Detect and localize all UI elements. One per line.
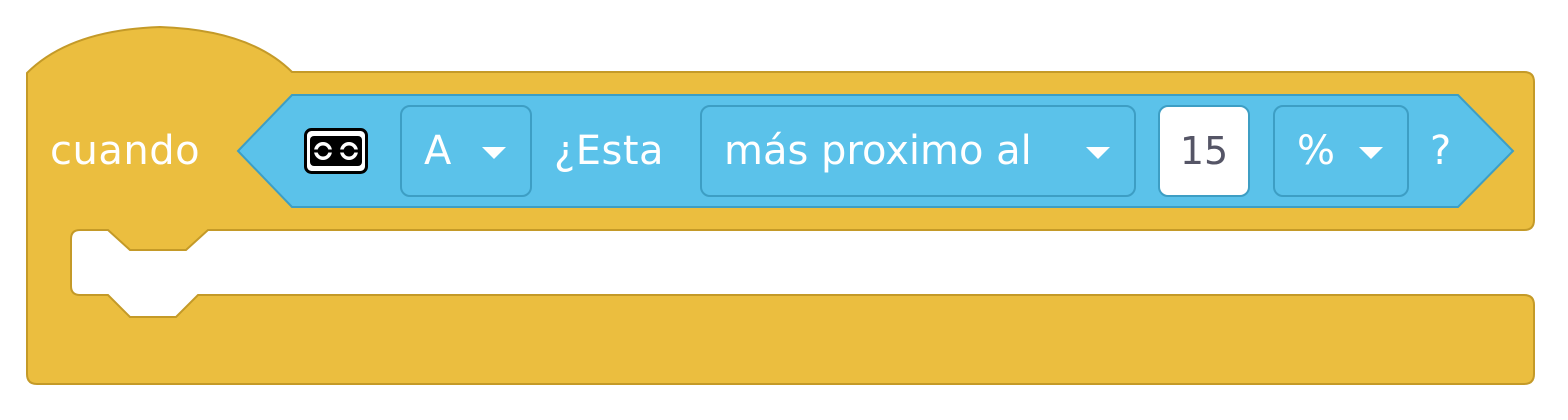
chevron-down-icon (1359, 147, 1383, 159)
hat-label: cuando (50, 128, 201, 174)
question-label: ¿Esta (554, 128, 665, 174)
workspace: cuando A ¿Esta más proximo al 15 % ? (0, 0, 1568, 420)
port-dropdown-value: A (424, 128, 452, 174)
end-question-mark: ? (1430, 128, 1452, 174)
comparison-dropdown-value: más proximo al (724, 128, 1032, 174)
distance-value-input[interactable]: 15 (1158, 105, 1250, 197)
comparison-dropdown[interactable]: más proximo al (700, 105, 1136, 197)
unit-dropdown-value: % (1297, 128, 1336, 174)
chevron-down-icon (1086, 147, 1110, 159)
unit-dropdown[interactable]: % (1273, 105, 1409, 197)
chevron-down-icon (482, 147, 506, 159)
distance-sensor-icon (304, 128, 368, 174)
port-dropdown[interactable]: A (400, 105, 532, 197)
when-hat-block[interactable] (0, 0, 1568, 420)
